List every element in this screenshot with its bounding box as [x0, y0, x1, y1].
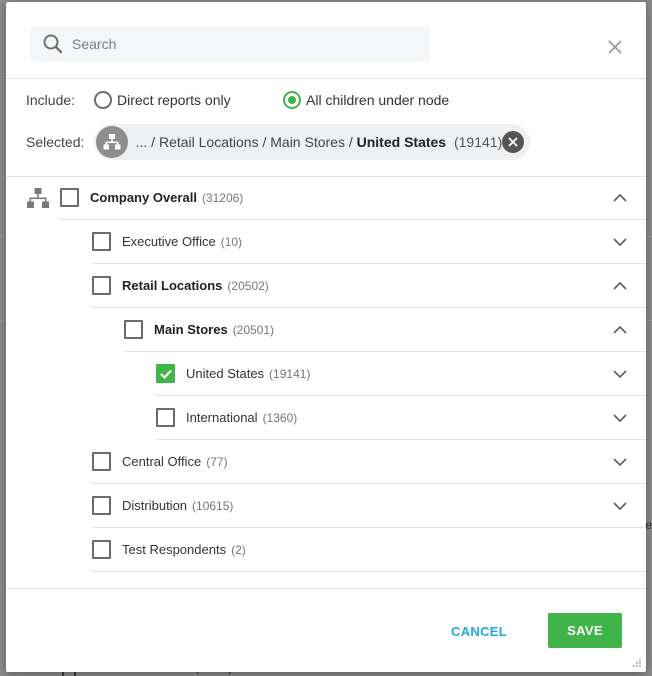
radio-direct-reports-label: Direct reports only: [117, 92, 231, 108]
search-box: [30, 26, 430, 62]
chevron-up-icon[interactable]: [612, 322, 628, 338]
chevron-down-icon[interactable]: [612, 366, 628, 382]
tree-node-test-respondents: Test Respondents (2): [92, 528, 646, 572]
close-icon[interactable]: [606, 38, 624, 56]
tree-checkbox[interactable]: [92, 496, 111, 515]
selected-label: Selected:: [26, 134, 85, 150]
tree-node-label: International: [186, 410, 258, 425]
tree-node-count: (20501): [232, 322, 275, 337]
tree-node-company-overall: Company Overall (31206): [60, 176, 646, 220]
tree-node-label: Main Stores: [154, 322, 228, 337]
header-divider: [6, 78, 646, 79]
radio-direct-reports-indicator[interactable]: [94, 91, 112, 109]
tree-node-count: (10): [220, 234, 243, 249]
tree-node-label: Executive Office: [122, 234, 216, 249]
org-hierarchy-icon: [96, 126, 128, 158]
tree-node-retail-locations: Retail Locations (20502): [92, 264, 646, 308]
include-label: Include:: [26, 92, 76, 108]
org-node-picker-modal: Include: Direct reports only All childre…: [6, 2, 646, 672]
radio-direct-reports[interactable]: Direct reports only: [94, 91, 231, 109]
tree-node-count: (31206): [201, 190, 244, 205]
footer-divider: [6, 588, 646, 589]
tree-node-distribution: Distribution (10615): [92, 484, 646, 528]
tree-node-label: United States: [186, 366, 265, 381]
tree-node-united-states: United States (19141): [156, 352, 646, 396]
tree-node-label: Test Respondents: [122, 542, 227, 557]
tree-checkbox[interactable]: [92, 540, 111, 559]
selected-node-path: ... / Retail Locations / Main Stores / U…: [136, 134, 503, 150]
save-button[interactable]: SAVE: [548, 613, 622, 648]
tree-checkbox[interactable]: [60, 188, 79, 207]
cancel-button[interactable]: CANCEL: [446, 616, 512, 646]
tree-node-count: (19141): [269, 366, 311, 381]
tree-node-label: Company Overall: [90, 190, 197, 205]
chevron-down-icon[interactable]: [612, 454, 628, 470]
tree-node-count: (2): [231, 542, 246, 557]
tree-node-count: (1360): [262, 410, 298, 425]
tree-node-label: Distribution: [122, 498, 188, 513]
chevron-up-icon[interactable]: [612, 190, 628, 206]
close-icon: [508, 137, 518, 147]
tree-node-count: (10615): [192, 498, 234, 513]
chevron-up-icon[interactable]: [612, 278, 628, 294]
checkmark-icon: [159, 369, 172, 379]
tree-checkbox[interactable]: [156, 408, 175, 427]
chevron-down-icon[interactable]: [612, 498, 628, 514]
selected-path-prefix: ... / Retail Locations / Main Stores /: [135, 134, 353, 150]
radio-all-children-indicator[interactable]: [283, 91, 301, 109]
tree-checkbox[interactable]: [92, 452, 111, 471]
tree-node-count: (77): [206, 454, 228, 469]
tree-node-central-office: Central Office (77): [92, 440, 646, 484]
tree-node-main-stores: Main Stores (20501): [124, 308, 646, 352]
resize-grip-icon[interactable]: [632, 658, 642, 668]
tree-checkbox-checked[interactable]: [156, 364, 175, 383]
tree-node-executive-office: Executive Office (10): [92, 220, 646, 264]
selected-node-chip: ... / Retail Locations / Main Stores / U…: [94, 124, 530, 160]
radio-all-children[interactable]: All children under node: [283, 91, 449, 109]
chevron-down-icon[interactable]: [612, 234, 628, 250]
search-input[interactable]: [72, 26, 412, 62]
tree-checkbox[interactable]: [92, 276, 111, 295]
tree-node-international: International (1360): [156, 396, 646, 440]
chevron-down-icon[interactable]: [612, 410, 628, 426]
selected-node-count: (19141): [453, 134, 503, 150]
search-icon: [43, 34, 63, 54]
tree-node-count: (20502): [227, 278, 269, 293]
org-hierarchy-icon: [27, 188, 49, 208]
tree-checkbox[interactable]: [124, 320, 143, 339]
tree-node-label: Retail Locations: [122, 278, 223, 293]
tree-node-label: Central Office: [122, 454, 202, 469]
tree-checkbox[interactable]: [92, 232, 111, 251]
radio-all-children-label: All children under node: [306, 92, 450, 108]
selected-node-name: United States: [356, 134, 447, 150]
remove-selection-button[interactable]: [502, 131, 524, 153]
